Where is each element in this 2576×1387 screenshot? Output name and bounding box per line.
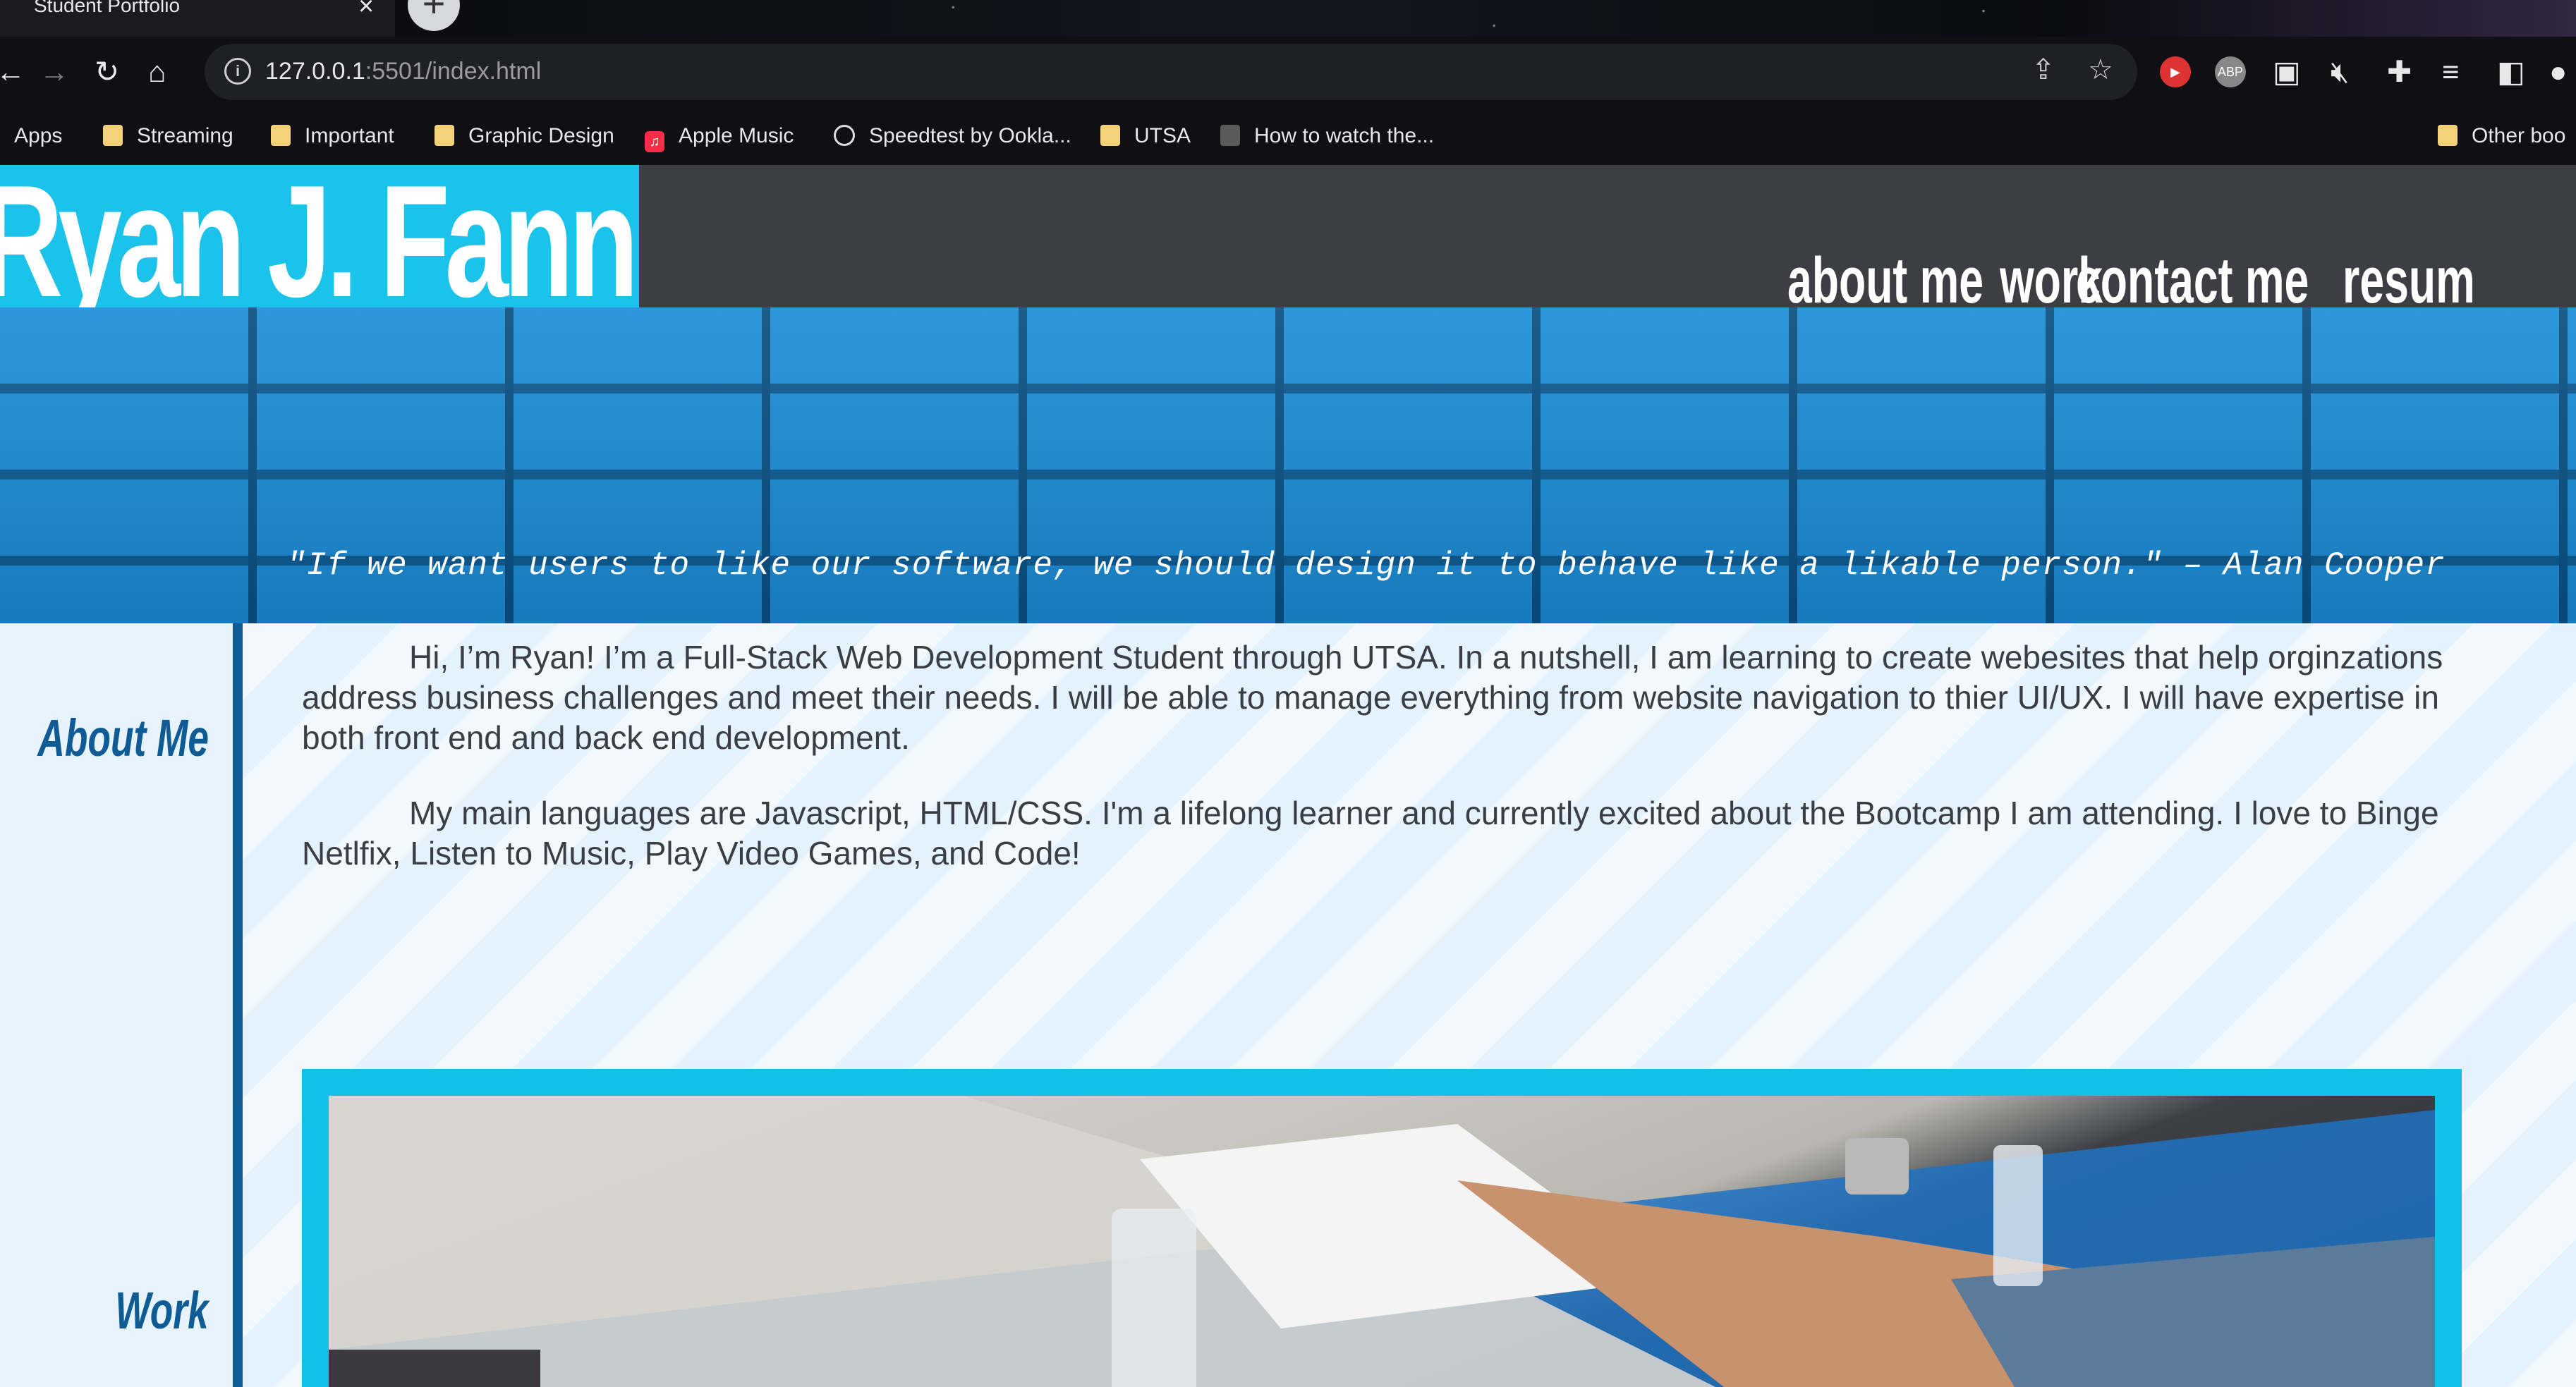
url-rest: :5501/index.html	[365, 58, 542, 85]
folder-icon	[1100, 125, 1120, 146]
hero-quote: "If we want users to like our software, …	[286, 547, 2446, 584]
reading-list-icon[interactable]: ≡	[2442, 37, 2460, 107]
bookmark-graphic-design[interactable]: Graphic Design	[435, 120, 614, 152]
main-section: About Me Work Hi, I’m Ryan! I’m a Full-S…	[0, 623, 2576, 1387]
site-name: Ryan J. Fann	[0, 165, 639, 307]
bookmark-how-to-watch[interactable]: How to watch the...	[1220, 120, 1434, 152]
site-header: Ryan J. Fann about me work contact me re…	[0, 165, 2576, 317]
site-info-icon[interactable]: i	[224, 58, 251, 85]
share-icon[interactable]: ⇪	[2031, 54, 2055, 86]
bookmark-utsa[interactable]: UTSA	[1100, 120, 1191, 152]
video-ext-icon[interactable]: ▶	[2160, 56, 2191, 87]
media-icon[interactable]: ▣	[2273, 37, 2301, 107]
profile-icon[interactable]: ●	[2549, 37, 2567, 107]
bookmarks-bar: Apps Streaming Important Graphic Design …	[0, 107, 2576, 165]
work-image-frame	[302, 1069, 2462, 1387]
url-host: 127.0.0.1	[265, 58, 365, 85]
bookmark-label: Graphic Design	[468, 124, 614, 147]
new-tab-button[interactable]: +	[408, 0, 460, 31]
adblock-plus-icon[interactable]: ABP	[2215, 56, 2246, 87]
folder-icon	[2438, 125, 2457, 146]
sidebar-about-me: About Me	[37, 709, 209, 767]
reload-icon[interactable]: ↻	[95, 37, 119, 107]
bookmark-label: How to watch the...	[1254, 124, 1435, 147]
folder-icon	[103, 125, 123, 146]
speedtest-icon	[834, 125, 855, 146]
bookmark-speedtest[interactable]: Speedtest by Ookla...	[834, 120, 1071, 152]
bookmark-label: Apps	[14, 124, 63, 147]
about-content: Hi, I’m Ryan! I’m a Full-Stack Web Devel…	[302, 637, 2460, 909]
work-photo-illustration	[329, 1096, 2435, 1387]
bookmark-label: Streaming	[137, 124, 233, 147]
bookmark-label: Important	[305, 124, 394, 147]
address-bar[interactable]: i 127.0.0.1:5501/index.html ⇪ ☆	[205, 44, 2137, 100]
bookmark-star-icon[interactable]: ☆	[2088, 54, 2113, 86]
apple-music-icon: ♫	[645, 131, 664, 152]
about-paragraph-1: Hi, I’m Ryan! I’m a Full-Stack Web Devel…	[302, 639, 2443, 756]
bookmark-apple-music[interactable]: ♫ Apple Music	[645, 120, 794, 152]
sidebar-work: Work	[115, 1281, 209, 1340]
hero-banner: "If we want users to like our software, …	[0, 307, 2576, 623]
bookmark-label: Other boo	[2472, 124, 2566, 147]
web-page: Ryan J. Fann about me work contact me re…	[0, 165, 2576, 1387]
tab-student-portfolio[interactable]: Student Portfolio ×	[0, 0, 395, 37]
mute-icon[interactable]: 🔇︎	[2331, 37, 2349, 107]
side-panel-icon[interactable]: ◧	[2497, 37, 2525, 107]
tab-close-icon[interactable]: ×	[358, 0, 374, 22]
section-sidebar: About Me Work	[0, 623, 243, 1387]
bookmark-label: Speedtest by Ookla...	[869, 124, 1071, 147]
folder-icon	[435, 125, 454, 146]
browser-toolbar: ← → ↻ ⌂ i 127.0.0.1:5501/index.html ⇪ ☆ …	[0, 37, 2576, 107]
work-photo	[329, 1096, 2435, 1387]
tab-strip: Student Portfolio × +	[0, 0, 2576, 37]
site-logo: Ryan J. Fann	[0, 165, 639, 307]
bookmark-important[interactable]: Important	[271, 120, 394, 152]
folder-icon	[271, 125, 291, 146]
tab-title: Student Portfolio	[34, 0, 181, 16]
home-icon[interactable]: ⌂	[148, 37, 166, 107]
bookmark-streaming[interactable]: Streaming	[103, 120, 233, 152]
extensions-icon[interactable]: ✚	[2387, 37, 2412, 107]
bookmark-apps[interactable]: Apps	[0, 120, 62, 152]
bookmark-label: Apple Music	[679, 124, 794, 147]
site-icon	[1220, 125, 1240, 146]
about-paragraph-2: My main languages are Javascript, HTML/C…	[302, 795, 2439, 872]
url-text[interactable]: 127.0.0.1:5501/index.html	[265, 58, 541, 85]
forward-icon[interactable]: →	[40, 37, 69, 107]
bookmark-other[interactable]: Other boo	[2438, 120, 2565, 152]
back-icon[interactable]: ←	[0, 37, 25, 107]
bookmark-label: UTSA	[1134, 124, 1191, 147]
